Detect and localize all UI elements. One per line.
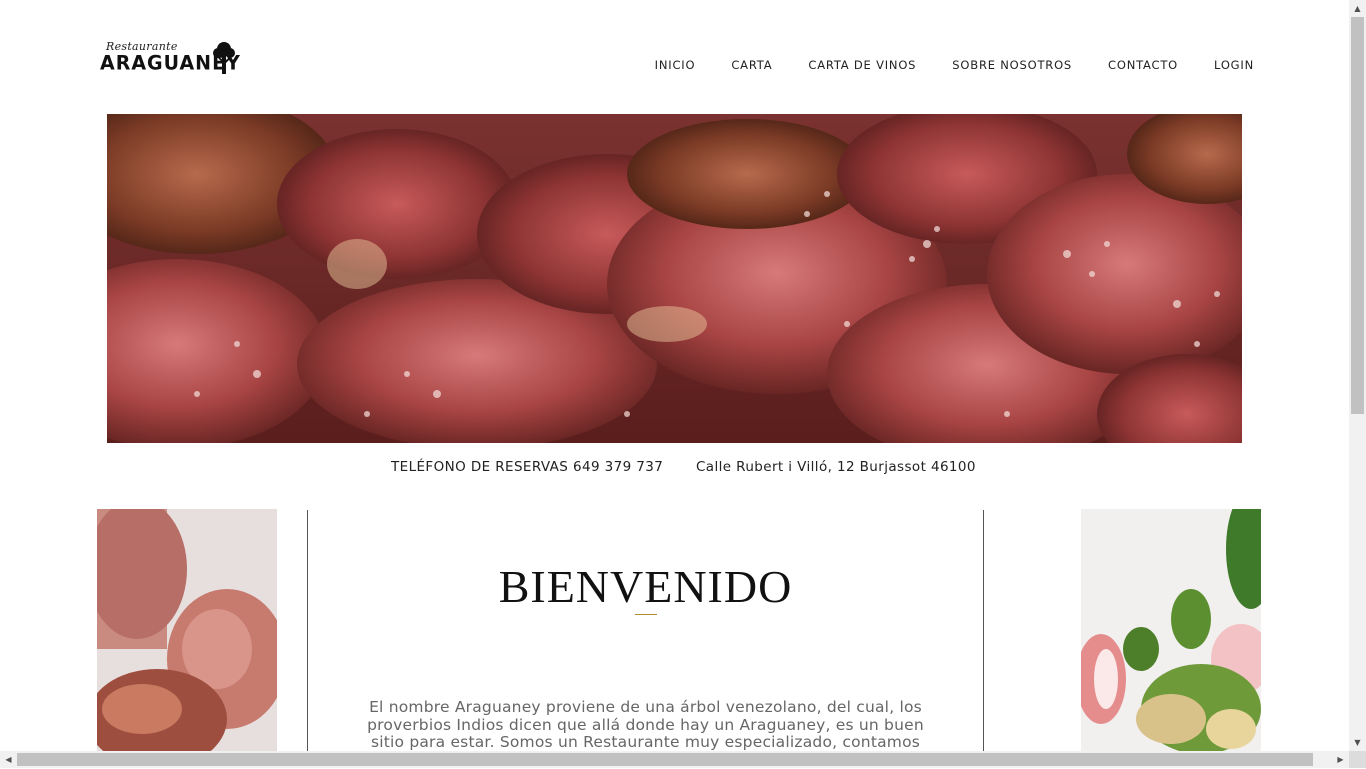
- welcome-title: BIENVENIDO: [498, 561, 793, 612]
- title-underline: [635, 614, 657, 615]
- nav-contacto[interactable]: CONTACTO: [1108, 58, 1178, 72]
- reservation-phone[interactable]: TELÉFONO DE RESERVAS 649 379 737: [391, 459, 663, 475]
- vertical-scroll-thumb[interactable]: [1351, 17, 1364, 414]
- main-nav: INICIO CARTA CARTA DE VINOS SOBRE NOSOTR…: [655, 58, 1254, 72]
- hero-image: [107, 114, 1242, 443]
- scroll-down-icon[interactable]: ▼: [1349, 734, 1366, 751]
- nav-sobre-nosotros[interactable]: SOBRE NOSOTROS: [952, 58, 1072, 72]
- horizontal-scroll-thumb[interactable]: [17, 753, 1313, 766]
- restaurant-logo[interactable]: Restaurante ARAGUANEY: [100, 40, 240, 80]
- nav-carta[interactable]: CARTA: [731, 58, 772, 72]
- side-photo-salad: [1081, 509, 1261, 751]
- nav-inicio[interactable]: INICIO: [655, 58, 696, 72]
- side-photo-meat: [97, 509, 277, 751]
- scroll-up-icon[interactable]: ▲: [1349, 0, 1366, 17]
- nav-carta-de-vinos[interactable]: CARTA DE VINOS: [808, 58, 916, 72]
- tree-icon: [213, 42, 235, 74]
- vertical-scrollbar[interactable]: ▲ ▼: [1349, 0, 1366, 751]
- contact-info: TELÉFONO DE RESERVAS 649 379 737 Calle R…: [391, 459, 976, 475]
- scrollbar-corner: [1349, 751, 1366, 768]
- horizontal-scrollbar[interactable]: ◀ ▶: [0, 751, 1349, 768]
- scroll-left-icon[interactable]: ◀: [0, 751, 17, 768]
- scroll-right-icon[interactable]: ▶: [1332, 751, 1349, 768]
- address: Calle Rubert i Villó, 12 Burjassot 46100: [695, 459, 976, 475]
- welcome-section: BIENVENIDO El nombre Araguaney proviene …: [307, 510, 984, 768]
- nav-login[interactable]: LOGIN: [1214, 58, 1254, 72]
